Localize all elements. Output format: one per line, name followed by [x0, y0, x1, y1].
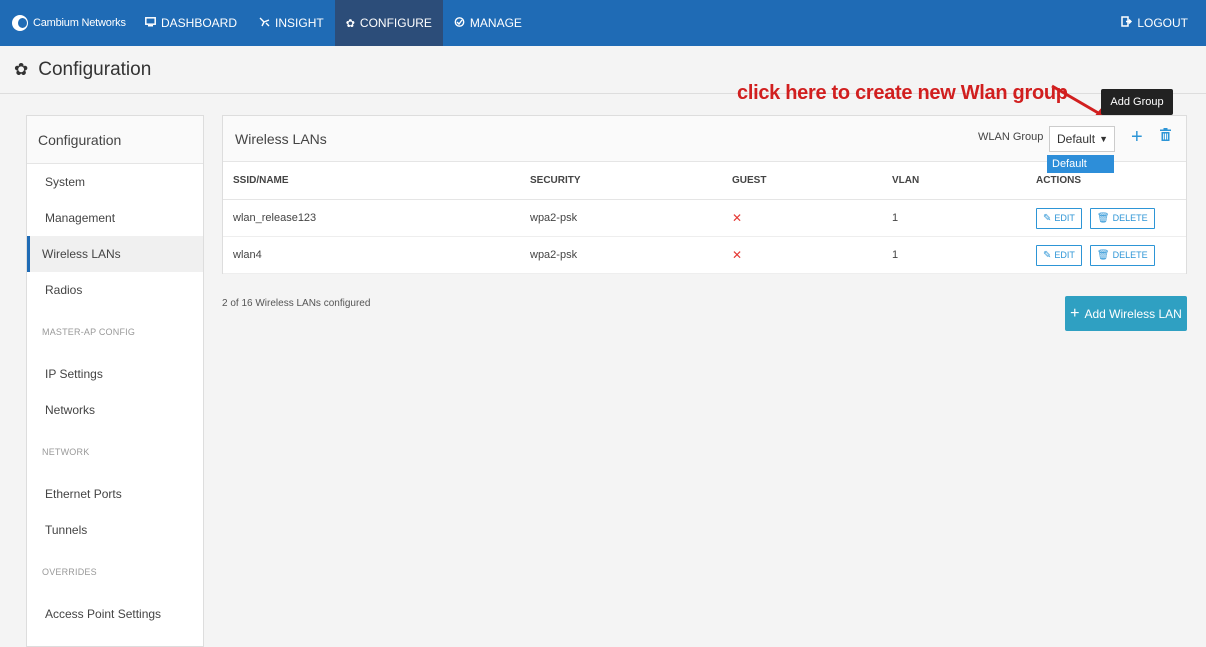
sidebar-item-access-point-settings[interactable]: Access Point Settings	[27, 596, 203, 632]
wlan-group-value: Default	[1057, 132, 1096, 146]
add-group-button[interactable]: +	[1131, 125, 1143, 149]
nav-insight-label: INSIGHT	[275, 16, 324, 30]
nav-dashboard-label: DASHBOARD	[161, 16, 238, 30]
table-header: SSID/NAME SECURITY GUEST VLAN ACTIONS	[223, 162, 1186, 200]
col-actions: ACTIONS	[1036, 175, 1081, 186]
nav-configure-label: CONFIGURE	[359, 16, 432, 30]
ssid-cell: wlan4	[233, 249, 262, 261]
ssid-cell: wlan_release123	[233, 212, 317, 224]
wireless-lans-panel: Wireless LANs WLAN Group Default ▼ + SSI…	[222, 115, 1187, 274]
actions-cell: ✎ EDIT 🗑 DELETE	[1036, 244, 1163, 266]
nav-dashboard[interactable]: DASHBOARD	[134, 0, 248, 46]
wlan-group-label: WLAN Group	[978, 131, 1044, 143]
delete-label: DELETE	[1112, 213, 1148, 223]
security-cell: wpa2-psk	[530, 212, 578, 224]
add-wireless-lan-label: Add Wireless LAN	[1084, 306, 1182, 321]
delete-button[interactable]: 🗑 DELETE	[1089, 207, 1155, 229]
edit-button[interactable]: ✎ EDIT	[1036, 244, 1082, 266]
nav-insight[interactable]: INSIGHT	[248, 0, 335, 46]
wlan-count-text: 2 of 16 Wireless LANs configured	[222, 298, 371, 309]
insight-icon	[259, 17, 270, 30]
sidebar-heading: Configuration	[27, 116, 203, 164]
nav-manage[interactable]: MANAGE	[443, 0, 533, 46]
sidebar-item-radios[interactable]: Radios	[27, 272, 203, 308]
col-guest[interactable]: GUEST	[732, 175, 766, 186]
panel-title: Wireless LANs	[235, 130, 327, 147]
page-title: Configuration	[38, 58, 152, 80]
security-cell: wpa2-psk	[530, 249, 578, 261]
sidebar-item-wireless-lans[interactable]: Wireless LANs	[27, 236, 203, 272]
nav-manage-label: MANAGE	[469, 16, 522, 30]
col-ssid[interactable]: SSID/NAME	[233, 175, 289, 186]
delete-group-button[interactable]	[1160, 128, 1171, 144]
edit-label: EDIT	[1054, 250, 1075, 260]
trash-icon	[1160, 128, 1171, 141]
cambium-logo-icon	[12, 15, 28, 31]
table-row: wlan4 wpa2-psk ✕ 1 ✎ EDIT 🗑 DELETE	[223, 237, 1186, 274]
plus-icon: +	[1070, 304, 1080, 322]
wlan-group-option-default[interactable]: Default	[1047, 155, 1114, 173]
gear-icon: ✿	[14, 59, 29, 79]
guest-no-icon: ✕	[732, 211, 743, 225]
sidebar-section-master-ap: MASTER-AP CONFIG	[42, 327, 136, 337]
wlan-group-select[interactable]: Default ▼	[1049, 126, 1115, 152]
add-wireless-lan-button[interactable]: + Add Wireless LAN	[1065, 296, 1187, 331]
edit-label: EDIT	[1054, 213, 1075, 223]
logout-button[interactable]: LOGOUT	[1121, 0, 1188, 46]
manage-icon	[454, 16, 465, 30]
vlan-cell: 1	[892, 249, 899, 261]
add-group-tooltip: Add Group	[1101, 89, 1173, 120]
col-security[interactable]: SECURITY	[530, 175, 581, 186]
logout-icon	[1121, 16, 1133, 30]
monitor-icon	[145, 16, 156, 30]
pencil-icon: ✎	[1043, 249, 1052, 261]
delete-label: DELETE	[1112, 250, 1148, 260]
sidebar-section-overrides: OVERRIDES	[42, 567, 97, 577]
gear-icon: ✿	[345, 17, 355, 30]
config-sidebar: Configuration System Management Wireless…	[26, 115, 204, 647]
actions-cell: ✎ EDIT 🗑 DELETE	[1036, 207, 1163, 229]
delete-button[interactable]: 🗑 DELETE	[1089, 244, 1155, 266]
brand-logo[interactable]: Cambium Networks	[0, 0, 134, 46]
guest-no-icon: ✕	[732, 248, 743, 262]
nav-configure[interactable]: ✿ CONFIGURE	[334, 0, 443, 46]
annotation-text: click here to create new Wlan group	[737, 82, 1068, 104]
sidebar-item-system[interactable]: System	[27, 164, 203, 200]
sidebar-item-networks[interactable]: Networks	[27, 392, 203, 428]
vlan-cell: 1	[892, 212, 899, 224]
sidebar-item-ip-settings[interactable]: IP Settings	[27, 356, 203, 392]
trash-icon: 🗑	[1096, 212, 1110, 224]
brand-name: Cambium Networks	[33, 17, 126, 29]
sidebar-item-management[interactable]: Management	[27, 200, 203, 236]
col-vlan[interactable]: VLAN	[892, 175, 919, 186]
caret-down-icon: ▼	[1099, 134, 1108, 144]
pencil-icon: ✎	[1043, 212, 1052, 224]
trash-icon: 🗑	[1096, 249, 1110, 261]
sidebar-item-tunnels[interactable]: Tunnels	[27, 512, 203, 548]
sidebar-section-network: NETWORK	[42, 447, 90, 457]
top-nav-bar: Cambium Networks DASHBOARD INSIGHT ✿ CON…	[0, 0, 1206, 46]
sidebar-item-ethernet-ports[interactable]: Ethernet Ports	[27, 476, 203, 512]
panel-header: Wireless LANs WLAN Group Default ▼ +	[223, 116, 1186, 162]
table-row: wlan_release123 wpa2-psk ✕ 1 ✎ EDIT 🗑 DELET…	[223, 200, 1186, 237]
edit-button[interactable]: ✎ EDIT	[1036, 207, 1082, 229]
logout-label: LOGOUT	[1137, 16, 1188, 30]
